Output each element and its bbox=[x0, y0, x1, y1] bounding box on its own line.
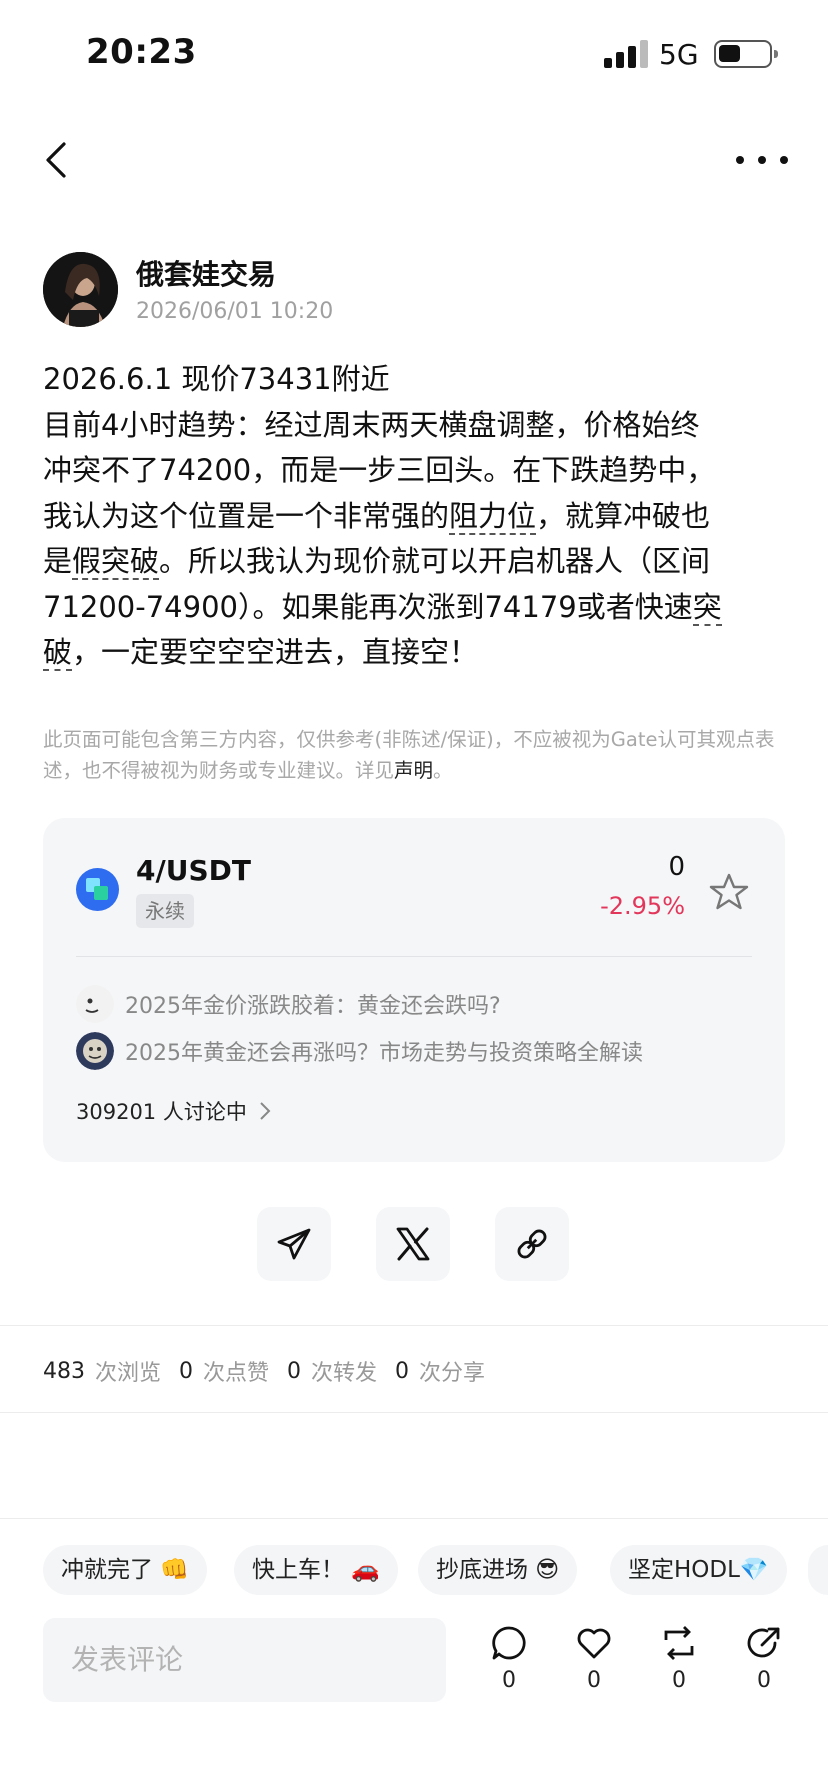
dot-icon bbox=[758, 156, 766, 164]
divider bbox=[0, 1412, 828, 1413]
comment-input[interactable]: 发表评论 bbox=[43, 1618, 446, 1702]
battery-icon bbox=[714, 40, 778, 68]
post-line: 冲突不了74200，而是一步三回头。在下跌趋势中， bbox=[43, 453, 716, 487]
post-line: 2026.6.1 现价73431附近 bbox=[43, 362, 390, 396]
quick-reply-chip[interactable]: 坚定HODL💎 bbox=[610, 1545, 787, 1595]
share-arrow-icon bbox=[747, 1627, 780, 1658]
post-line: 我认为这个位置是一个非常强的阻力位，就算冲破也 bbox=[43, 498, 711, 535]
reposts-label: 次转发 bbox=[311, 1361, 378, 1386]
term-link-breakout[interactable]: 突 bbox=[692, 589, 722, 626]
post-line: 破，一定要空空空进去，直接空！ bbox=[43, 635, 479, 671]
divider bbox=[0, 1325, 828, 1326]
favorite-star-icon[interactable] bbox=[709, 872, 749, 912]
topic-title: 2025年金价涨跌胶着：黄金还会跌吗? bbox=[125, 994, 501, 1019]
shares-label: 次分享 bbox=[419, 1361, 486, 1386]
views-label: 次浏览 bbox=[95, 1361, 162, 1386]
post-stats: 483 次浏览 0 次点赞 0 次转发 0 次分享 bbox=[43, 1355, 503, 1387]
repost-count: 0 bbox=[672, 1668, 686, 1693]
repost-button[interactable]: 0 bbox=[649, 1624, 709, 1693]
chevron-right-icon bbox=[260, 1102, 271, 1120]
price-change: -2.95% bbox=[600, 892, 685, 920]
topic-avatar bbox=[76, 1032, 114, 1070]
back-button[interactable] bbox=[38, 140, 78, 180]
telegram-icon bbox=[277, 1228, 311, 1260]
term-link-resistance[interactable]: 阻力位 bbox=[449, 498, 537, 535]
statement-link[interactable]: 声明 bbox=[394, 759, 433, 782]
disclaimer: 此页面可能包含第三方内容，仅供参考(非陈述/保证)，不应被视为Gate认可其观点… bbox=[43, 728, 775, 782]
discussion-count: 309201 人讨论中 bbox=[76, 1100, 247, 1124]
topic-avatar bbox=[76, 985, 114, 1023]
quick-replies: 冲就完了 👊 快上车！ 🚗 抄底进场 😎 坚定HODL💎 bbox=[43, 1545, 828, 1595]
post-timestamp: 2026/06/01 10:20 bbox=[136, 299, 334, 324]
views-count: 483 bbox=[43, 1358, 85, 1384]
share-telegram-button[interactable] bbox=[257, 1207, 331, 1281]
topic-item[interactable]: 2025年金价涨跌胶着：黄金还会跌吗? bbox=[76, 985, 501, 1023]
term-link-false-breakout[interactable]: 假突破 bbox=[72, 544, 160, 580]
reposts-count: 0 bbox=[287, 1358, 302, 1384]
coin-icon bbox=[76, 868, 119, 911]
share-count: 0 bbox=[757, 1668, 771, 1693]
topic-title: 2025年黄金还会再涨吗？市场走势与投资策略全解读 bbox=[125, 1041, 643, 1066]
x-logo-icon bbox=[396, 1227, 430, 1261]
divider bbox=[0, 1518, 828, 1519]
like-count: 0 bbox=[587, 1668, 601, 1693]
post-line: 目前4小时趋势：经过周末两天横盘调整，价格始终 bbox=[43, 407, 700, 442]
trading-pair: 4/USDT bbox=[136, 854, 251, 887]
post-line: 是假突破。所以我认为现价就可以开启机器人（区间 bbox=[43, 544, 711, 580]
comment-bubble-icon bbox=[492, 1626, 526, 1660]
status-bar: 20:23 5G bbox=[0, 0, 828, 100]
network-type: 5G bbox=[659, 38, 699, 71]
quick-reply-chip[interactable]: 抄底进场 😎 bbox=[418, 1545, 578, 1595]
price: 0 bbox=[668, 852, 685, 882]
dot-icon bbox=[736, 156, 744, 164]
card-divider bbox=[76, 956, 752, 957]
status-time: 20:23 bbox=[86, 32, 197, 72]
author-name[interactable]: 俄套娃交易 bbox=[136, 253, 276, 293]
chevron-left-icon bbox=[46, 142, 66, 178]
signal-icon bbox=[604, 40, 648, 68]
copy-link-button[interactable] bbox=[495, 1207, 569, 1281]
discussion-link[interactable]: 309201 人讨论中 bbox=[76, 1096, 271, 1126]
post-line: 71200-74900）。如果能再次涨到74179或者快速突 bbox=[43, 589, 722, 626]
more-options-button[interactable] bbox=[736, 140, 788, 180]
topic-item[interactable]: 2025年黄金还会再涨吗？市场走势与投资策略全解读 bbox=[76, 1032, 643, 1070]
shares-count: 0 bbox=[395, 1358, 410, 1384]
term-link-breakout[interactable]: 破 bbox=[43, 635, 73, 671]
quick-reply-chip-partial[interactable] bbox=[808, 1545, 828, 1595]
link-icon bbox=[517, 1229, 547, 1259]
comment-button[interactable]: 0 bbox=[479, 1624, 539, 1693]
like-button[interactable]: 0 bbox=[564, 1624, 624, 1693]
author-avatar[interactable] bbox=[43, 252, 118, 327]
market-card[interactable]: 4/USDT 永续 0 -2.95% 2025年金价涨跌胶着：黄金还会跌吗? 2… bbox=[43, 818, 785, 1162]
likes-count: 0 bbox=[179, 1358, 194, 1384]
share-x-button[interactable] bbox=[376, 1207, 450, 1281]
quick-reply-chip[interactable]: 快上车！ 🚗 bbox=[234, 1545, 398, 1595]
share-button[interactable]: 0 bbox=[734, 1624, 794, 1693]
likes-label: 次点赞 bbox=[203, 1361, 270, 1386]
comment-count: 0 bbox=[502, 1668, 516, 1693]
perpetual-tag: 永续 bbox=[136, 894, 194, 928]
repost-icon bbox=[664, 1626, 694, 1660]
quick-reply-chip[interactable]: 冲就完了 👊 bbox=[43, 1545, 207, 1595]
heart-icon bbox=[577, 1628, 611, 1659]
dot-icon bbox=[780, 156, 788, 164]
post-content: 2026.6.1 现价73431附近 目前4小时趋势：经过周末两天横盘调整，价格… bbox=[43, 357, 788, 676]
